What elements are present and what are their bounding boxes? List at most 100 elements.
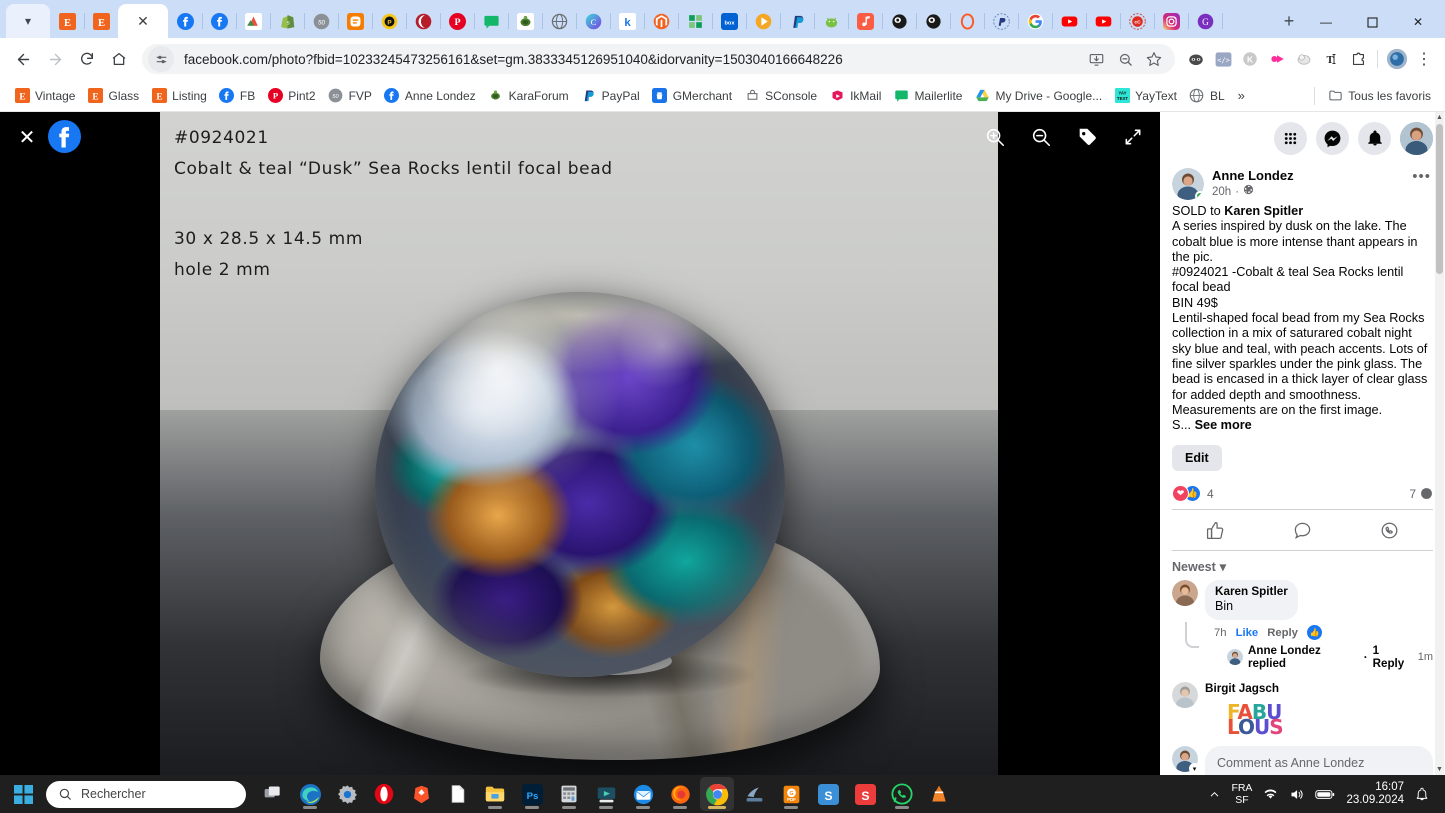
install-app-icon[interactable] [1083, 46, 1109, 72]
cloud-extension-icon[interactable] [1291, 46, 1317, 72]
post-author-name[interactable]: Anne Londez [1212, 168, 1294, 184]
photoshop-taskbar-icon[interactable]: Ps [515, 777, 549, 811]
chrome-taskbar-icon[interactable] [700, 777, 734, 811]
dark-globe-1[interactable] [882, 4, 917, 38]
new-tab-button[interactable]: + [1275, 7, 1303, 35]
sheets-tab[interactable] [678, 4, 713, 38]
notepad-taskbar-icon[interactable] [441, 777, 475, 811]
facebook-logo-icon[interactable] [48, 120, 81, 153]
message-tab[interactable] [474, 4, 509, 38]
opera-tab[interactable] [950, 4, 985, 38]
globe-tab[interactable] [542, 4, 577, 38]
k-extension-icon[interactable]: K [1237, 46, 1263, 72]
profile-avatar-icon[interactable] [1384, 46, 1410, 72]
zoom-indicator-icon[interactable] [1112, 46, 1138, 72]
comment-sort-control[interactable]: Newest ▾ [1172, 551, 1433, 580]
scrollbar-thumb[interactable] [1436, 124, 1443, 274]
explorer-taskbar-icon[interactable] [478, 777, 512, 811]
see-more-link[interactable]: See more [1195, 418, 1252, 432]
home-button[interactable] [104, 44, 134, 74]
puzzle-extensions-icon[interactable] [1345, 46, 1371, 72]
firefox-taskbar-icon[interactable] [663, 777, 697, 811]
bookmark-bl[interactable]: BL [1183, 85, 1231, 107]
facebook-tab-2[interactable] [202, 4, 237, 38]
battery-icon[interactable] [1315, 788, 1335, 801]
post-more-options-button[interactable]: ••• [1412, 168, 1433, 185]
share-whatsapp-action-icon[interactable] [1362, 516, 1418, 544]
comment-author-name[interactable]: Karen Spitler [1215, 585, 1288, 599]
taskbar-clock[interactable]: 16:07 23.09.2024 [1346, 781, 1404, 808]
taskbar-search-box[interactable]: Rechercher [46, 780, 246, 808]
pinterest-biz-tab[interactable]: P [372, 4, 407, 38]
tag-photo-icon[interactable] [1070, 120, 1104, 154]
facebook-photo-tab[interactable]: ✕ [118, 4, 168, 38]
reaction-icons[interactable]: ❤ 👍 4 [1172, 485, 1214, 503]
language-indicator[interactable]: FRA SF [1231, 782, 1252, 806]
composer-avatar-chevron-icon[interactable]: ▾ [1189, 763, 1200, 775]
magento-tab[interactable] [644, 4, 679, 38]
comment-count-group[interactable]: 7 [1409, 487, 1433, 501]
facebook-panel-scrollbar[interactable]: ▲ ▼ [1435, 112, 1444, 775]
instagram-tab[interactable] [1154, 4, 1189, 38]
grammarly-tab[interactable]: G [1188, 4, 1223, 38]
comment-author-avatar[interactable] [1172, 682, 1198, 709]
bookmark-listing[interactable]: E Listing [145, 85, 213, 107]
close-window-button[interactable]: ✕ [1395, 6, 1441, 38]
settings-taskbar-icon[interactable] [330, 777, 364, 811]
youtube-tab-2[interactable] [1086, 4, 1121, 38]
thunderbird-taskbar-icon[interactable] [626, 777, 660, 811]
start-button[interactable] [6, 779, 40, 809]
post-time[interactable]: 20h [1212, 185, 1231, 200]
zoom-in-icon[interactable] [978, 120, 1012, 154]
close-tab-icon[interactable]: ✕ [137, 14, 149, 28]
comment-author-avatar[interactable] [1172, 580, 1198, 607]
comment-author-name[interactable]: Birgit Jagsch [1205, 682, 1283, 696]
edge-taskbar-icon[interactable] [293, 777, 327, 811]
comment-reply-button[interactable]: Reply [1267, 627, 1298, 639]
bookmark-fvp[interactable]: 50 FVP [322, 85, 378, 107]
snagit-editor-taskbar-icon[interactable]: S [811, 777, 845, 811]
google-tab[interactable] [1018, 4, 1053, 38]
forward-button[interactable] [40, 44, 70, 74]
bookmark-star-icon[interactable] [1141, 46, 1167, 72]
calculator-taskbar-icon[interactable] [552, 777, 586, 811]
tray-overflow-icon[interactable] [1209, 789, 1220, 800]
android-tab[interactable] [814, 4, 849, 38]
like-action-icon[interactable] [1188, 516, 1244, 544]
taskview-button[interactable] [256, 777, 290, 811]
reload-button[interactable] [72, 44, 102, 74]
bookmark-sconsole[interactable]: SConsole [738, 85, 823, 107]
fullscreen-icon[interactable] [1116, 120, 1150, 154]
menu-grid-icon[interactable] [1274, 121, 1307, 155]
moon-tab[interactable] [406, 4, 441, 38]
comment-like-button[interactable]: Like [1236, 627, 1259, 639]
snagit-taskbar-icon[interactable]: S [848, 777, 882, 811]
comment-composer[interactable]: Comment as Anne Londez [1205, 746, 1433, 775]
convertkit-tab[interactable]: C [576, 4, 611, 38]
bookmark-yaytext[interactable]: YAY TEXT YayText [1108, 85, 1183, 107]
close-photo-viewer-icon[interactable]: ✕ [12, 122, 42, 152]
bookmark-paypal[interactable]: PayPal [575, 85, 646, 107]
etsy-tab-2[interactable]: E [84, 4, 119, 38]
fvp-tab[interactable]: 50 [304, 4, 339, 38]
back-button[interactable] [8, 44, 38, 74]
notification-bell-icon[interactable] [1415, 787, 1429, 801]
gpdf-taskbar-icon[interactable]: G PDF [774, 777, 808, 811]
all-bookmarks-button[interactable]: Tous les favoris [1321, 85, 1437, 107]
paypal-tab-1[interactable] [780, 4, 815, 38]
comment-input-placeholder[interactable]: Comment as Anne Londez [1215, 754, 1423, 775]
text-tool-extension-icon[interactable]: T [1318, 46, 1344, 72]
facebook-tab-1[interactable] [168, 4, 203, 38]
maximize-button[interactable] [1349, 6, 1395, 38]
facebook-post-scroll[interactable]: Anne Londez 20h · ••• SOLD to Karen Spit… [1160, 164, 1445, 775]
bookmark-karaforum[interactable]: KaraForum [482, 85, 575, 107]
bookmark-gmerchant[interactable]: GMerchant [646, 85, 738, 107]
etsy-tab-1[interactable]: E [50, 4, 85, 38]
bookmark-my-drive[interactable]: My Drive - Google... [968, 85, 1108, 107]
account-avatar[interactable] [1400, 121, 1433, 155]
code-extension-icon[interactable]: </> [1210, 46, 1236, 72]
minimize-button[interactable]: — [1303, 6, 1349, 38]
music-tab[interactable] [848, 4, 883, 38]
shopify-tab[interactable]: S [270, 4, 305, 38]
bookmark-ikmail[interactable]: IkMail [823, 85, 887, 107]
